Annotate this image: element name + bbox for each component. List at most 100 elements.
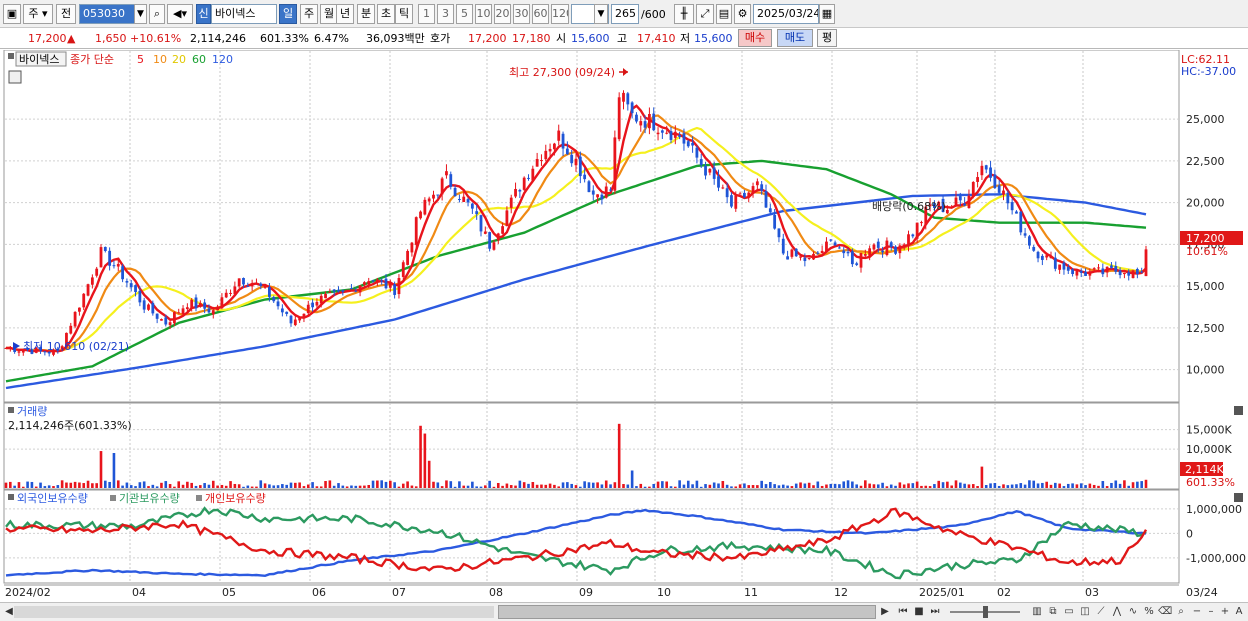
candle-body	[872, 244, 876, 250]
period-tab-4[interactable]: 분	[357, 4, 375, 24]
interval-button-10[interactable]: 10	[475, 4, 492, 24]
volume-axis-label: 15,000K	[1186, 424, 1232, 437]
draw-tool-icon[interactable]: ⤢	[696, 4, 714, 24]
volume-bar	[872, 484, 876, 488]
trend-icon[interactable]: ⟋	[1094, 605, 1108, 619]
candle-body	[1114, 266, 1118, 272]
holdings-panel-menu-icon[interactable]	[8, 494, 14, 500]
count-input[interactable]: 265	[611, 4, 639, 24]
candle-body	[99, 247, 103, 268]
volume-bar	[104, 480, 107, 488]
interval-button-120[interactable]: 120	[551, 4, 569, 24]
volume-bar	[665, 481, 668, 488]
zoom-slider-thumb[interactable]	[983, 606, 988, 618]
split-icon[interactable]: ◫	[1078, 605, 1092, 619]
gear-icon[interactable]: ⚙	[734, 4, 751, 24]
stock-chart[interactable]: 10,00012,50015,00017,50020,00022,50025,0…	[0, 49, 1248, 602]
pattern-icon[interactable]: ⋀	[1110, 605, 1124, 619]
volume-panel-close-icon[interactable]	[1234, 406, 1243, 415]
period-tab-3[interactable]: 년	[336, 4, 354, 24]
volume-bar	[324, 481, 327, 488]
high-annotation: 최고 27,300 (09/24)	[509, 66, 615, 79]
horizontal-scrollbar[interactable]: ◀ ▶ ⏮ ■ ⏭ ▥ ⧉ ▭ ◫ ⟋ ⋀ ∿ % ⌫ ⌕ − – + A	[0, 602, 1248, 621]
candle-body	[1084, 271, 1087, 276]
volume-bar	[328, 480, 332, 488]
candle-body	[272, 296, 276, 302]
volume-bar	[479, 486, 483, 488]
dividend-annotation: 배당락(0.68%)	[872, 200, 946, 213]
volume-bar	[997, 485, 1001, 488]
evaluate-button[interactable]: 평	[817, 29, 837, 47]
speaker-icon[interactable]: ◀▾	[167, 4, 193, 24]
interval-dropdown-icon[interactable]: ▼	[594, 4, 608, 24]
eraser-icon[interactable]: ⌫	[1158, 605, 1172, 619]
wave-icon[interactable]: ∿	[1126, 605, 1140, 619]
calendar-icon[interactable]: ▦	[819, 4, 835, 24]
dash-icon[interactable]: –	[1204, 605, 1218, 619]
data-table-icon[interactable]	[8, 70, 22, 84]
date-axis-label: 04	[132, 586, 146, 599]
period-tab-6[interactable]: 틱	[395, 4, 413, 24]
volume-bar	[630, 470, 634, 488]
zoom-out-icon[interactable]: −	[1190, 605, 1204, 619]
volume-bar	[799, 482, 802, 488]
period-tab-5[interactable]: 초	[377, 4, 395, 24]
search-icon[interactable]: ⌕	[149, 4, 165, 24]
volume-bar	[825, 484, 828, 488]
interval-button-20[interactable]: 20	[494, 4, 511, 24]
font-size-icon[interactable]: A	[1232, 605, 1246, 619]
date-input[interactable]: 2025/03/24	[753, 4, 819, 24]
search-zoom-icon[interactable]: ⌕	[1174, 605, 1188, 619]
code-dropdown-icon[interactable]: ▼	[134, 4, 147, 24]
candle-type-icon[interactable]: ╫	[674, 4, 694, 24]
candle-body	[803, 257, 807, 262]
candle-body	[734, 195, 738, 209]
candle-body	[211, 310, 215, 315]
interval-button-30[interactable]: 30	[513, 4, 530, 24]
zoom-in-icon[interactable]: +	[1218, 605, 1232, 619]
market-select[interactable]: 주 ▾	[23, 4, 53, 24]
stop-icon[interactable]: ■	[912, 605, 926, 619]
chart-area[interactable]: 10,00012,50015,00017,50020,00022,50025,0…	[0, 49, 1248, 602]
volume-bar	[980, 466, 984, 488]
interval-button-60[interactable]: 60	[532, 4, 549, 24]
percent-icon[interactable]: %	[1142, 605, 1156, 619]
candle-body	[155, 313, 159, 319]
volume-bar	[86, 480, 90, 488]
panel-menu-icon[interactable]	[8, 53, 14, 59]
stock-name-field[interactable]: 바이넥스	[211, 4, 277, 24]
window-menu-icon[interactable]: ▣	[3, 4, 21, 24]
buy-button[interactable]: 매수	[738, 29, 772, 47]
volume-bar	[1088, 483, 1092, 488]
holdings-panel-close-icon[interactable]	[1234, 493, 1243, 502]
rewind-icon[interactable]: ⏮	[896, 605, 910, 619]
layout-icon[interactable]: ▥	[1030, 605, 1044, 619]
candle-body	[73, 311, 77, 327]
copy-icon[interactable]: ⧉	[1046, 605, 1060, 619]
stock-code-input[interactable]: 053030	[79, 4, 135, 24]
candle-body	[306, 304, 310, 314]
volume-bar	[30, 481, 34, 488]
sell-button[interactable]: 매도	[777, 29, 813, 47]
scroll-right-icon[interactable]: ▶	[878, 605, 892, 619]
interval-button-1[interactable]: 1	[418, 4, 435, 24]
volume-bar	[488, 480, 491, 488]
volume-bar	[1019, 483, 1023, 488]
period-tab-1[interactable]: 주	[300, 4, 318, 24]
candle-body	[466, 199, 470, 203]
candle-body	[855, 263, 859, 265]
volume-bar	[535, 484, 539, 488]
period-tab-0[interactable]: 일	[279, 4, 297, 24]
window-icon[interactable]: ▭	[1062, 605, 1076, 619]
scroll-track[interactable]	[14, 606, 494, 618]
volume-panel-menu-icon[interactable]	[8, 407, 14, 413]
interval-button-3[interactable]: 3	[437, 4, 454, 24]
legend-ma5: 5	[137, 53, 144, 66]
scroll-thumb[interactable]	[498, 605, 876, 619]
fast-forward-icon[interactable]: ⏭	[928, 605, 942, 619]
volume-bar	[604, 480, 608, 488]
prev-button[interactable]: 전	[56, 4, 76, 24]
interval-button-5[interactable]: 5	[456, 4, 473, 24]
save-icon[interactable]: ▤	[716, 4, 732, 24]
candle-body	[259, 283, 263, 286]
